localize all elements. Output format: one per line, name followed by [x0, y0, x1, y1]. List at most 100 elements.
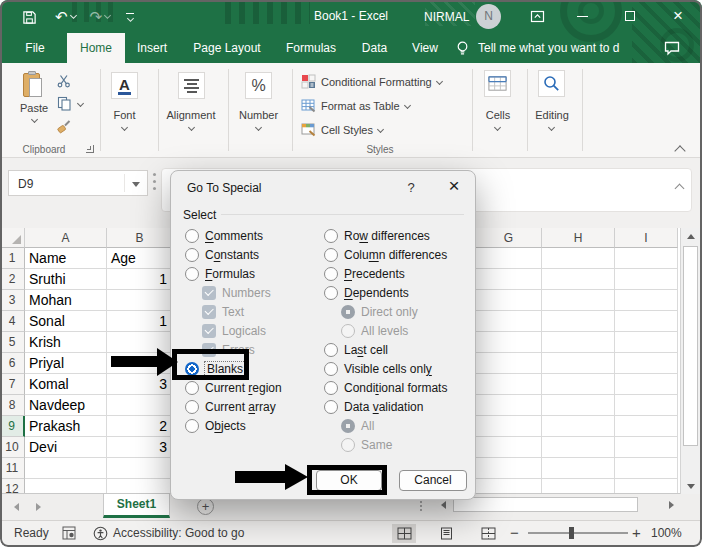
editing-icon[interactable] — [538, 70, 565, 97]
cell-I3[interactable] — [615, 290, 678, 311]
cell-I7[interactable] — [615, 374, 678, 395]
option-conditional-formats[interactable]: Conditional formats — [324, 378, 447, 397]
tab-scrollbar-divider[interactable] — [420, 501, 422, 513]
zoom-level[interactable]: 100% — [651, 526, 682, 540]
radio-dependents[interactable] — [324, 286, 338, 300]
row-header-3[interactable]: 3 — [0, 290, 25, 311]
option-comments[interactable]: Comments — [185, 226, 263, 245]
radio-column-differences[interactable] — [324, 248, 338, 262]
tab-page-layout[interactable]: Page Layout — [184, 33, 270, 63]
select-all-corner[interactable] — [0, 228, 25, 248]
cell-B7[interactable]: 3 — [107, 374, 173, 395]
option-row-differences[interactable]: Row differences — [324, 226, 430, 245]
radio-current-region[interactable] — [185, 381, 199, 395]
cell-H11[interactable] — [542, 458, 615, 479]
option-column-differences[interactable]: Column differences — [324, 245, 447, 264]
copy-dropdown-caret[interactable] — [77, 100, 84, 107]
radio-row-differences[interactable] — [324, 229, 338, 243]
cell-A3[interactable]: Mohan — [25, 290, 107, 311]
horizontal-scrollbar-thumb[interactable] — [453, 497, 638, 512]
cell-A4[interactable]: Sonal — [25, 311, 107, 332]
format-painter-icon[interactable] — [57, 119, 72, 138]
tab-formulas[interactable]: Formulas — [279, 33, 343, 63]
row-header-8[interactable]: 8 — [0, 395, 25, 416]
cell-B12[interactable] — [107, 479, 173, 493]
cell-G7[interactable] — [476, 374, 542, 395]
cell-H4[interactable] — [542, 311, 615, 332]
cut-icon[interactable] — [57, 74, 71, 92]
normal-view-button[interactable] — [392, 524, 416, 543]
option-data-validation[interactable]: Data validation — [324, 397, 423, 416]
cell-A7[interactable]: Komal — [25, 374, 107, 395]
cell-G5[interactable] — [476, 332, 542, 353]
cell-A5[interactable]: Krish — [25, 332, 107, 353]
cell-G12[interactable] — [476, 479, 542, 493]
column-header-b[interactable]: B — [107, 228, 173, 248]
number-group-button[interactable]: Number — [231, 109, 286, 121]
cell-I4[interactable] — [615, 311, 678, 332]
ribbon-display-options-icon[interactable] — [520, 0, 554, 32]
user-name[interactable]: NIRMAL — [424, 10, 469, 24]
sheet-tab[interactable]: Sheet1 — [103, 494, 170, 518]
collapse-ribbon-icon[interactable] — [674, 145, 685, 156]
tab-view[interactable]: View — [404, 33, 446, 63]
avatar[interactable]: N — [476, 4, 501, 29]
cell-B10[interactable]: 3 — [107, 437, 173, 458]
radio-objects[interactable] — [185, 419, 199, 433]
cell-styles-button[interactable]: Cell Styles — [301, 122, 383, 138]
cell-G6[interactable] — [476, 353, 542, 374]
cell-A6[interactable]: Priyal — [25, 353, 107, 374]
option-objects[interactable]: Objects — [185, 416, 246, 435]
editing-caret[interactable] — [548, 124, 555, 131]
editing-group-button[interactable]: Editing — [531, 109, 573, 121]
option-precedents[interactable]: Precedents — [324, 264, 405, 283]
prev-sheet-icon[interactable] — [14, 503, 19, 511]
row-header-11[interactable]: 11 — [0, 458, 25, 479]
tab-insert[interactable]: Insert — [130, 33, 174, 63]
radio-current-array[interactable] — [185, 400, 199, 414]
cell-I8[interactable] — [615, 395, 678, 416]
cells-group-button[interactable]: Cells — [478, 109, 518, 121]
cell-H3[interactable] — [542, 290, 615, 311]
cell-I9[interactable] — [615, 416, 678, 437]
radio-conditional-formats[interactable] — [324, 381, 338, 395]
option-last-cell[interactable]: Last cell — [324, 340, 388, 359]
font-group-button[interactable]: Font — [101, 109, 148, 121]
copy-icon[interactable] — [57, 96, 72, 115]
page-layout-view-button[interactable] — [434, 524, 458, 543]
cell-I6[interactable] — [615, 353, 678, 374]
zoom-out-icon[interactable]: − — [510, 524, 519, 541]
dialog-close-button[interactable]: × — [442, 173, 466, 199]
next-sheet-icon[interactable] — [36, 503, 41, 511]
cell-G8[interactable] — [476, 395, 542, 416]
alignment-group-button[interactable]: Alignment — [161, 109, 221, 121]
undo-icon[interactable]: ↶ — [55, 8, 76, 26]
macro-record-icon[interactable] — [62, 526, 76, 543]
cell-B11[interactable] — [107, 458, 173, 479]
tab-file[interactable]: File — [14, 33, 56, 63]
tab-data[interactable]: Data — [352, 33, 397, 63]
scroll-right-icon[interactable] — [664, 497, 679, 513]
font-caret[interactable] — [121, 124, 128, 131]
column-header-h[interactable]: H — [542, 228, 615, 248]
radio-visible-cells-only[interactable] — [324, 362, 338, 376]
cell-G3[interactable] — [476, 290, 542, 311]
alignment-caret[interactable] — [188, 124, 195, 131]
clipboard-dialog-launcher-icon[interactable] — [86, 145, 94, 153]
cell-G2[interactable] — [476, 269, 542, 290]
cell-H10[interactable] — [542, 437, 615, 458]
horizontal-scrollbar[interactable] — [436, 497, 679, 513]
customize-quick-access-icon[interactable] — [126, 13, 134, 21]
cell-G10[interactable] — [476, 437, 542, 458]
cell-H12[interactable] — [542, 479, 615, 493]
cell-A11[interactable] — [25, 458, 107, 479]
paste-button[interactable]: Paste — [14, 72, 54, 122]
option-current-array[interactable]: Current array — [185, 397, 276, 416]
row-header-10[interactable]: 10 — [0, 437, 25, 458]
format-as-table-button[interactable]: Format as Table — [301, 98, 410, 114]
save-icon[interactable] — [22, 10, 37, 25]
row-header-6[interactable]: 6 — [0, 353, 25, 374]
close-button[interactable]: × — [661, 0, 695, 32]
cell-I10[interactable] — [615, 437, 678, 458]
scroll-down-icon[interactable] — [680, 478, 700, 494]
